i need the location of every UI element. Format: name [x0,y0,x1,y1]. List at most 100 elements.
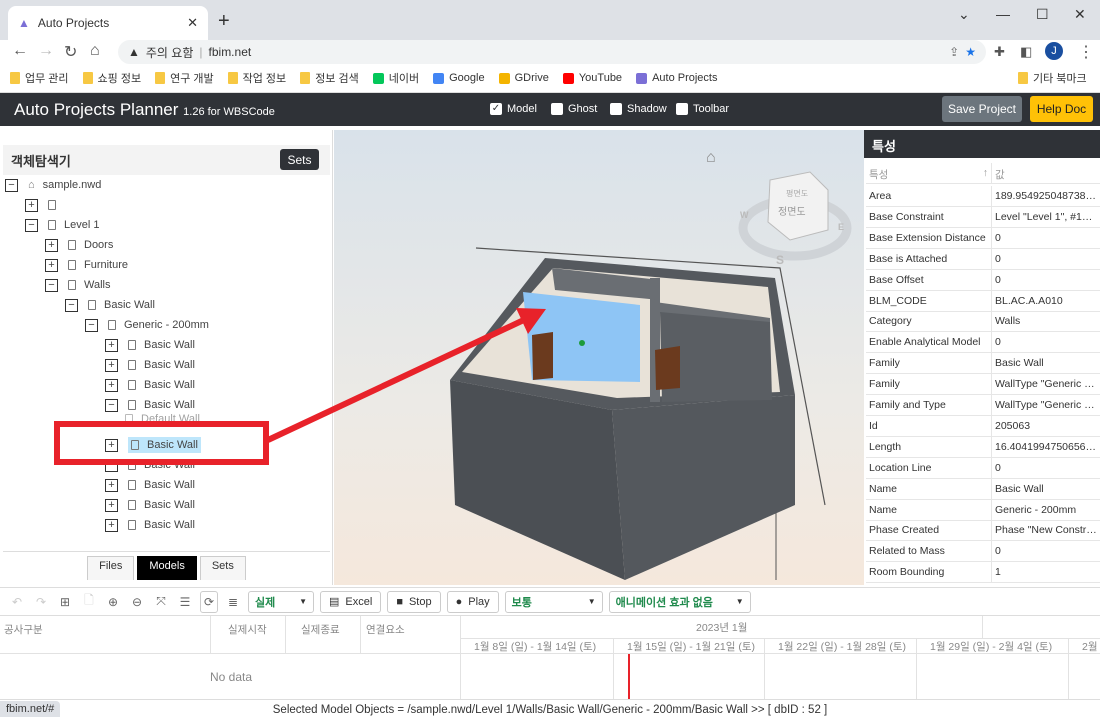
building-model[interactable] [450,258,795,580]
expand-icon[interactable]: + [105,338,118,352]
checkbox-empty-icon[interactable] [676,103,688,115]
bookmark-item[interactable]: 정보 검색 [300,70,359,86]
collapse-icon[interactable]: − [85,318,98,332]
back-icon[interactable]: ← [12,42,28,60]
bookmark-item[interactable]: 작업 정보 [227,70,286,86]
viewcube[interactable] [767,171,829,241]
expand-icon[interactable]: + [45,258,58,272]
tree-item[interactable]: + [25,195,64,215]
tree-item[interactable]: − Walls [45,275,110,295]
speed-select[interactable]: 보통 ▼ [504,590,603,613]
col-actual-start[interactable]: 실제시작 [228,622,267,637]
menu-icon[interactable]: ⋮ [1078,42,1094,62]
reload-icon[interactable]: ↻ [64,42,77,62]
expand-icon[interactable]: + [105,498,118,512]
collapse-icon[interactable]: − [65,298,78,312]
col-actual-end[interactable]: 실제종료 [301,622,340,637]
tree-item[interactable]: − Basic Wall [65,295,155,315]
bookmark-star-icon[interactable]: ★ [965,45,976,59]
property-column-header[interactable]: 특성 ↑ [866,163,992,183]
play-button[interactable]: ● Play [446,590,499,613]
tree-node[interactable]: Basic Wall [128,437,201,453]
undo-icon[interactable]: ↶ [8,595,26,609]
tree-node[interactable]: Generic - 200mm [108,319,209,331]
extensions-icon[interactable]: ✚ [994,44,1005,60]
share-icon[interactable]: ⇪ [949,45,959,59]
sets-button[interactable]: Sets [280,149,319,170]
3d-viewer[interactable]: ⌂ 평면도 정면도 W E S [334,130,864,585]
delete-task-icon[interactable]: 🗋 [80,591,98,612]
zoom-out-icon[interactable]: ⊖ [128,595,146,609]
tree-item[interactable]: + Basic Wall [105,515,195,535]
maximize-button[interactable]: ☐ [1036,6,1049,23]
tree-item[interactable]: − Level 1 [25,215,99,235]
excel-button[interactable]: ▤ Excel [320,590,382,613]
tab-models[interactable]: Models [137,556,197,580]
tree-item[interactable]: + Basic Wall [105,375,195,395]
checkbox-empty-icon[interactable] [551,103,563,115]
refresh-icon[interactable]: ⟳ [200,590,218,613]
tab-files[interactable]: Files [87,556,135,580]
sort-asc-icon[interactable]: ↑ [983,167,988,179]
bookmark-item[interactable]: 업무 관리 [10,70,69,86]
zoom-in-icon[interactable]: ⊕ [104,595,122,609]
value-column-header[interactable]: 값 [992,163,1100,183]
collapse-icon[interactable]: ☰ [176,595,194,609]
animation-select[interactable]: 애니메이션 효과 없음 ▼ [608,590,751,613]
collapse-icon[interactable]: − [25,218,38,232]
tree-node[interactable]: Furniture [68,259,128,271]
redo-icon[interactable]: ↷ [32,595,50,609]
stop-button[interactable]: ■ Stop [387,590,441,613]
mode-select[interactable]: 실제 ▼ [248,590,314,613]
expand-icon[interactable]: + [25,198,38,212]
tree-item[interactable]: + Basic Wall [105,435,201,455]
expand-icon[interactable]: + [105,518,118,532]
tree-node[interactable]: Basic Wall [128,519,195,531]
collapse-icon[interactable]: − [105,458,118,472]
tree-node[interactable]: Basic Wall [128,339,195,351]
add-task-icon[interactable]: ⊞ [56,595,74,609]
tree-node[interactable]: Basic Wall [128,359,195,371]
profile-avatar[interactable]: J [1045,42,1063,60]
collapse-icon[interactable]: − [105,398,118,412]
bookmark-item[interactable]: YouTube [562,70,622,86]
sidepanel-icon[interactable]: ◧ [1020,44,1032,60]
tree-item[interactable]: + Basic Wall [105,495,195,515]
tree-node[interactable]: Basic Wall [128,499,195,511]
tree-item[interactable]: − Basic Wall [105,455,195,475]
browser-tab[interactable]: ▲ Auto Projects ✕ [8,6,208,40]
checkbox-checked-icon[interactable]: ✓ [490,103,502,115]
tree-node[interactable]: Level 1 [48,219,99,231]
tree-item[interactable]: Default Wall [125,409,200,429]
tree-item[interactable]: + Basic Wall [105,335,195,355]
expand-icon[interactable]: + [105,438,118,452]
minimize-button[interactable]: — [996,6,1010,22]
other-bookmarks[interactable]: 기타 북마크 [1018,70,1087,86]
bookmark-item[interactable]: 쇼핑 정보 [82,70,141,86]
viewer-home-icon[interactable]: ⌂ [706,149,716,166]
expand-icon[interactable]: + [45,238,58,252]
tree-item[interactable]: − ⌂ sample.nwd [5,175,101,195]
collapse-icon[interactable]: − [5,178,18,192]
model-canvas[interactable]: ⌂ 평면도 정면도 W E S [334,130,864,585]
checkbox-ghost[interactable]: Ghost [551,103,597,115]
expand-icon[interactable]: + [105,478,118,492]
tab-sets[interactable]: Sets [199,556,246,580]
help-doc-button[interactable]: Help Doc [1030,96,1093,122]
checkbox-empty-icon[interactable] [610,103,622,115]
tree-node[interactable] [48,200,64,210]
tree-item[interactable]: − Generic - 200mm [85,315,209,335]
checkbox-toolbar[interactable]: Toolbar [676,103,729,115]
list-icon[interactable]: ≣ [224,595,242,609]
close-tab-icon[interactable]: ✕ [187,15,198,31]
close-window-button[interactable]: ✕ [1074,6,1086,23]
bookmark-item[interactable]: Google [433,70,485,86]
tree-node[interactable]: Basic Wall [88,299,155,311]
tree-node[interactable]: ⌂ sample.nwd [28,179,101,191]
tree-node[interactable]: Doors [68,239,113,251]
checkbox-model[interactable]: ✓ Model [490,103,537,115]
bookmark-item[interactable]: 연구 개발 [155,70,214,86]
home-icon[interactable]: ⌂ [90,42,100,60]
tree-item[interactable]: + Basic Wall [105,355,195,375]
tree-item[interactable]: + Basic Wall [105,475,195,495]
